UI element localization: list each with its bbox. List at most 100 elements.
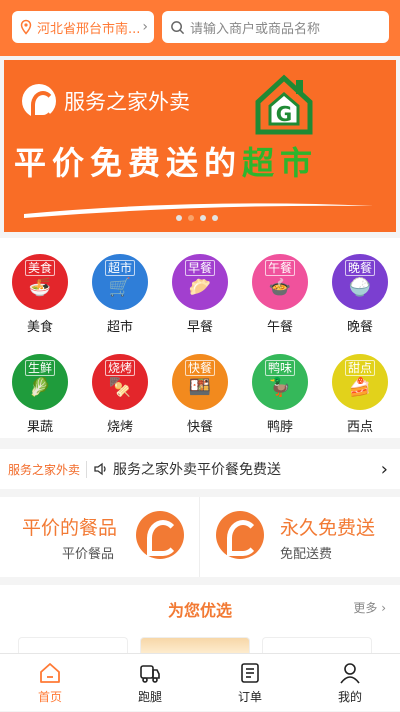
category-item[interactable]: 快餐 🍱 快餐 — [160, 354, 240, 435]
promo-title: 永久免费送 — [280, 517, 376, 539]
category-icon-glyph: 🍜 — [28, 277, 52, 298]
promo-subtitle: 平价餐品 — [62, 547, 115, 562]
recommend-title: 为您优选 — [167, 601, 232, 620]
nav-label: 跑腿 — [137, 690, 162, 704]
announcement-bar[interactable]: 服务之家外卖 服务之家外卖平价餐免费送 › — [0, 449, 400, 489]
shopping-cart-icon: 超市 🛒 — [92, 254, 148, 310]
search-icon — [171, 20, 185, 34]
category-icon-glyph: 🍱 — [188, 377, 212, 398]
bento-icon: 快餐 🍱 — [172, 354, 228, 410]
runner-logo-icon — [216, 511, 264, 559]
category-icon-tag: 午餐 — [264, 260, 295, 276]
promo-affordable[interactable]: 平价的餐品 平价餐品 — [0, 497, 199, 577]
category-item[interactable]: 鸭味 🦆 鸭脖 — [240, 354, 320, 435]
category-label: 晚餐 — [346, 320, 373, 335]
banner-slogan: 平价免费送的超市 — [14, 138, 318, 184]
bottom-nav: 首页 跑腿 订单 我的 — [0, 653, 400, 711]
chevron-right-icon[interactable]: › — [381, 459, 388, 480]
category-icon-glyph: 🥟 — [188, 277, 212, 298]
category-label: 鸭脖 — [266, 420, 293, 435]
category-item[interactable]: 超市 🛒 超市 — [80, 254, 160, 335]
home-icon — [40, 663, 60, 683]
pagination-dot[interactable] — [176, 215, 182, 221]
category-grid: 美食 🍜 美食 超市 🛒 超市 早餐 🥟 早餐 午餐 🍲 午餐 晚餐 🍚 晚餐 生鲜 🥬 果蔬 烧烤 🍢 烧烤 快餐 🍱 快餐… — [0, 238, 400, 438]
pagination-dot[interactable] — [212, 215, 218, 221]
nav-item-profile[interactable]: 我的 — [300, 654, 400, 712]
category-icon-glyph: 🍚 — [348, 277, 372, 298]
category-label: 早餐 — [186, 320, 213, 335]
search-placeholder: 请输入商户或商品名称 — [190, 21, 321, 37]
category-item[interactable]: 晚餐 🍚 晚餐 — [320, 254, 400, 335]
promo-free-delivery[interactable]: 永久免费送 免配送费 — [200, 497, 399, 577]
category-item[interactable]: 午餐 🍲 午餐 — [240, 254, 320, 335]
noodle-bowl-icon: 美食 🍜 — [12, 254, 68, 310]
banner-brand-text: 服务之家外卖 — [64, 90, 190, 114]
runner-logo-icon — [136, 511, 184, 559]
promo-subtitle: 免配送费 — [280, 547, 333, 562]
speaker-icon — [94, 462, 106, 476]
promo-title: 平价的餐品 — [22, 517, 118, 539]
category-icon-glyph: 🍢 — [108, 377, 132, 398]
category-label: 果蔬 — [26, 420, 53, 435]
nav-item-errand[interactable]: 跑腿 — [100, 654, 200, 712]
location-selector[interactable]: 河北省邢台市南... › — [12, 11, 154, 43]
category-icon-glyph: 🦆 — [268, 377, 292, 398]
category-icon-glyph: 🛒 — [108, 277, 132, 298]
category-label: 西点 — [346, 420, 373, 435]
category-icon-glyph: 🥬 — [28, 377, 52, 398]
vegetable-icon: 生鲜 🥬 — [12, 354, 68, 410]
category-item[interactable]: 甜点 🍰 西点 — [320, 354, 400, 435]
category-icon-tag: 晚餐 — [344, 260, 375, 276]
pagination-dot[interactable] — [200, 215, 206, 221]
category-item[interactable]: 早餐 🥟 早餐 — [160, 254, 240, 335]
rice-bowl-icon: 晚餐 🍚 — [332, 254, 388, 310]
category-label: 美食 — [26, 320, 53, 335]
dumpling-icon: 早餐 🥟 — [172, 254, 228, 310]
category-label: 午餐 — [266, 320, 293, 335]
category-item[interactable]: 美食 🍜 美食 — [0, 254, 80, 335]
chevron-right-icon: › — [142, 19, 148, 35]
delivery-truck-icon — [140, 665, 160, 683]
banner-pagination — [176, 215, 218, 221]
slogan-highlight: 超市 — [242, 144, 319, 182]
nav-item-orders[interactable]: 订单 — [200, 654, 300, 712]
top-bar: 河北省邢台市南... › 请输入商户或商品名称 — [0, 0, 400, 56]
house-logo-icon: G — [255, 74, 313, 135]
slogan-main: 平价免费送的 — [14, 144, 243, 182]
category-label: 烧烤 — [106, 420, 133, 435]
promo-banner[interactable]: 服务之家外卖 G 平价免费送的超市 — [4, 60, 396, 232]
notice-logo: 服务之家外卖 — [8, 460, 88, 478]
location-pin-icon — [20, 19, 32, 35]
announcement-text: 服务之家外卖平价餐免费送 — [113, 462, 282, 478]
runner-logo-icon — [22, 84, 56, 119]
order-list-icon — [241, 663, 259, 683]
category-icon-tag: 生鲜 — [24, 360, 55, 376]
bbq-icon: 烧烤 🍢 — [92, 354, 148, 410]
more-label: 更多 — [353, 601, 378, 615]
duck-icon: 鸭味 🦆 — [252, 354, 308, 410]
cake-icon: 甜点 🍰 — [332, 354, 388, 410]
category-item[interactable]: 烧烤 🍢 烧烤 — [80, 354, 160, 435]
promo-section: 平价的餐品 平价餐品 永久免费送 免配送费 — [0, 497, 400, 577]
search-box[interactable]: 请输入商户或商品名称 — [162, 11, 389, 43]
category-icon-glyph: 🍲 — [268, 277, 292, 298]
soup-bowl-icon: 午餐 🍲 — [252, 254, 308, 310]
profile-icon — [340, 663, 360, 684]
svg-text:G: G — [276, 102, 292, 126]
more-link[interactable]: 更多 › — [353, 599, 386, 616]
category-icon-tag: 甜点 — [344, 360, 375, 376]
category-icon-tag: 超市 — [104, 260, 135, 276]
category-icon-tag: 快餐 — [184, 360, 215, 376]
location-text: 河北省邢台市南... — [37, 21, 141, 37]
nav-item-home[interactable]: 首页 — [0, 654, 100, 712]
category-icon-tag: 美食 — [24, 260, 55, 276]
nav-label: 我的 — [337, 690, 362, 704]
recommend-section: 为您优选 更多 › — [0, 585, 400, 657]
category-item[interactable]: 生鲜 🥬 果蔬 — [0, 354, 80, 435]
category-label: 超市 — [106, 320, 133, 335]
category-label: 快餐 — [186, 420, 213, 435]
category-icon-tag: 烧烤 — [104, 360, 135, 376]
category-icon-tag: 早餐 — [184, 260, 215, 276]
pagination-dot-active[interactable] — [188, 215, 194, 221]
category-icon-tag: 鸭味 — [264, 360, 295, 376]
